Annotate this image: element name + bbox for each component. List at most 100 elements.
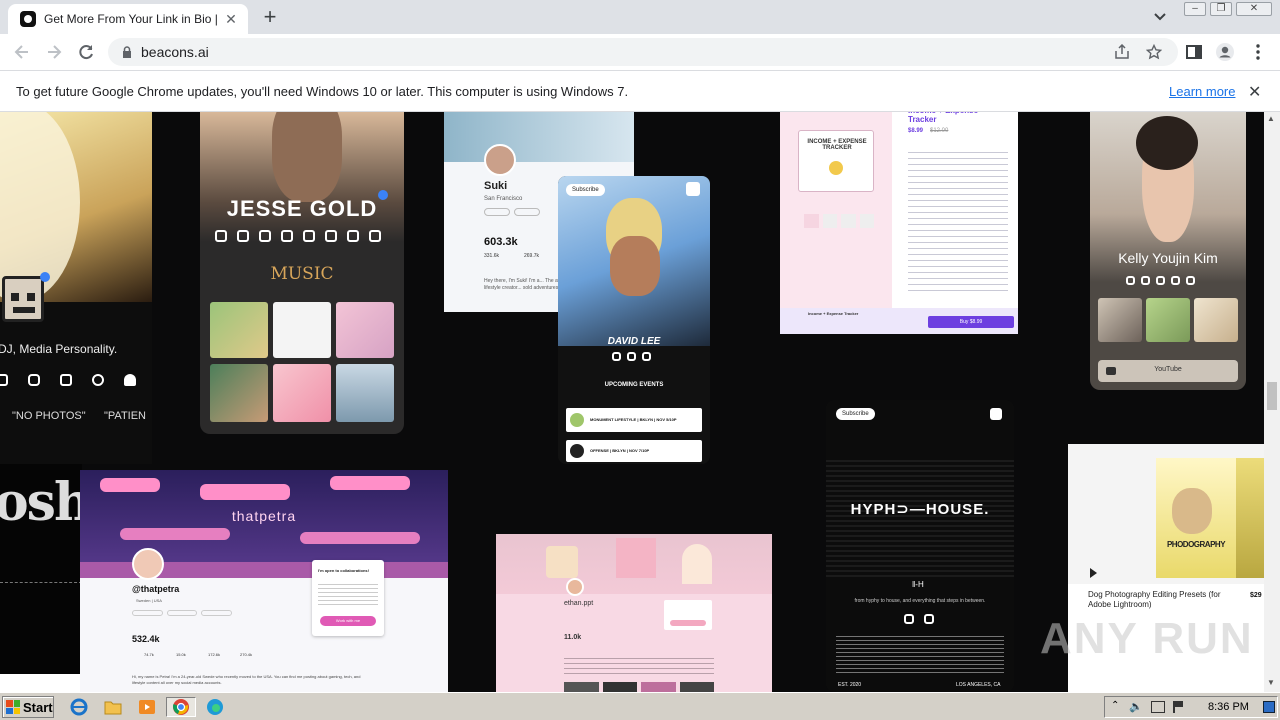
minimize-button[interactable]: ‒: [1184, 2, 1206, 16]
petra-location: Sweden | USA: [136, 598, 162, 603]
address-bar[interactable]: beacons.ai: [108, 38, 1178, 66]
gothic-brand-card[interactable]: osh: [0, 464, 82, 692]
creator-chip-2[interactable]: "PATIEN: [104, 410, 146, 422]
suki-avatar: [484, 144, 516, 176]
jesse-name: JESSE GOLD: [226, 196, 378, 221]
windows-taskbar: Start ⌃ 🔈 8:36 PM: [0, 692, 1280, 720]
scroll-up-icon[interactable]: ▲: [1267, 114, 1275, 123]
collab-popup[interactable]: I'm open to collaborations! Work with me: [312, 560, 384, 636]
petra-stat: 15.0k: [176, 652, 186, 657]
side-panel-icon[interactable]: [1184, 42, 1204, 62]
tracker-buy-button[interactable]: Buy $8.99: [928, 316, 1014, 328]
beacons-showcase: DJ, Media Personality. "NO PHOTOS" "PATI…: [0, 112, 1264, 692]
new-tab-button[interactable]: +: [258, 6, 282, 28]
verified-badge-icon: [378, 190, 388, 200]
music-thumb[interactable]: [273, 302, 331, 358]
tracker-price: $8.99: [908, 128, 924, 134]
network-icon[interactable]: [1151, 701, 1165, 713]
tab-close-icon[interactable]: ✕: [222, 11, 240, 28]
explorer-folder-icon[interactable]: [102, 697, 124, 717]
chrome-menu-icon[interactable]: [1248, 42, 1268, 62]
infobar-message: To get future Google Chrome updates, you…: [16, 84, 629, 99]
ethan-card[interactable]: ethan.ppt 11.0k: [496, 534, 772, 692]
event-item[interactable]: MONUMENT LIFESTYLE | BKLYN | NOV 5/10P: [566, 408, 702, 432]
david-name: DAVID LEE: [607, 336, 661, 347]
hyph-social-icons: [904, 614, 934, 624]
petra-bio: Hi, my name is Petra! I'm a 24-year-old …: [132, 674, 361, 685]
lock-icon[interactable]: [122, 46, 132, 58]
edge-icon[interactable]: [204, 697, 226, 717]
play-icon[interactable]: [1090, 568, 1097, 578]
show-desktop-icon[interactable]: [1263, 701, 1275, 713]
close-window-button[interactable]: ✕: [1236, 2, 1272, 16]
dog-book-cover: PHODOGRAPHY: [1156, 458, 1236, 578]
tracker-product-image: INCOME + EXPENSE TRACKER: [798, 130, 874, 192]
hyph-mark: ‖‑H: [912, 580, 924, 589]
jesse-gold-card[interactable]: JESSE GOLD MUSIC: [200, 112, 404, 434]
anyrun-watermark: ANY RUN: [1040, 614, 1254, 663]
tab-beacons[interactable]: Get More From Your Link in Bio | Bea ✕: [8, 4, 248, 34]
system-tray: ⌃ 🔈: [1104, 696, 1278, 718]
forward-icon[interactable]: [44, 42, 64, 62]
volume-icon[interactable]: 🔈: [1129, 700, 1143, 713]
petra-banner-text: thatpetra: [231, 508, 297, 524]
events-heading: UPCOMING EVENTS: [604, 382, 664, 388]
collab-button[interactable]: Work with me: [320, 616, 376, 626]
music-thumb[interactable]: [210, 364, 268, 422]
creator-social-icons: [0, 374, 136, 386]
url-text[interactable]: beacons.ai: [141, 44, 209, 60]
chrome-taskbar-icon[interactable]: [166, 697, 196, 717]
hyph-footer-right: LOS ANGELES, CA: [956, 682, 1001, 688]
event-item[interactable]: OFFENSE | BKLYN | NOV 7/10P: [566, 440, 702, 462]
music-thumb[interactable]: [336, 302, 394, 358]
tray-expand-icon[interactable]: ⌃: [1111, 700, 1119, 711]
thatpetra-card[interactable]: thatpetra @thatpetra Sweden | USA 532.4k…: [80, 470, 448, 692]
suki-name: Suki: [484, 180, 508, 192]
music-thumb[interactable]: [273, 364, 331, 422]
action-center-flag-icon[interactable]: [1173, 701, 1183, 713]
ethan-subscribe-box[interactable]: [664, 600, 712, 630]
kelly-youtube-link[interactable]: YouTube: [1098, 360, 1238, 382]
creator-card-left[interactable]: DJ, Media Personality. "NO PHOTOS" "PATI…: [0, 112, 152, 464]
kelly-card[interactable]: Kelly Youjin Kim YouTube: [1090, 112, 1246, 390]
tab-title: Get More From Your Link in Bio | Bea: [44, 12, 220, 26]
event-title: OFFENSE | BKLYN | NOV 7/10P: [590, 448, 650, 453]
taskbar-clock[interactable]: 8:36 PM: [1208, 701, 1249, 713]
tab-search-chevron-icon[interactable]: [1152, 9, 1168, 25]
infobar-close-icon[interactable]: ✕: [1248, 82, 1261, 102]
learn-more-link[interactable]: Learn more: [1169, 84, 1235, 99]
share-icon[interactable]: [990, 408, 1002, 420]
hyphy-house-card[interactable]: Subscribe HYPH⊃—HOUSE. ‖‑H from hyphy to…: [826, 400, 1014, 692]
reload-icon[interactable]: [76, 42, 96, 62]
scroll-thumb[interactable]: [1267, 382, 1277, 410]
share-icon[interactable]: [1114, 44, 1130, 60]
youtube-icon: [1106, 367, 1116, 375]
tracker-image-label: INCOME + EXPENSE TRACKER: [807, 139, 867, 151]
kelly-name: Kelly Youjin Kim: [1118, 250, 1218, 266]
kelly-thumb[interactable]: [1098, 298, 1142, 342]
pixel-avatar: [2, 276, 44, 322]
share-icon[interactable]: [686, 182, 700, 196]
gothic-brand-text: osh: [0, 472, 82, 533]
suki-stat-1: 331.6k: [484, 253, 500, 259]
tracker-card[interactable]: INCOME + EXPENSE TRACKER Income + Expens…: [780, 112, 1018, 334]
kelly-thumb[interactable]: [1194, 298, 1238, 342]
restore-button[interactable]: ❐: [1210, 2, 1232, 16]
tracker-thumbnails[interactable]: [804, 214, 874, 228]
creator-chip-1[interactable]: "NO PHOTOS": [12, 410, 86, 422]
hyph-subscribe-button[interactable]: Subscribe: [836, 408, 875, 420]
back-icon[interactable]: [12, 42, 32, 62]
music-thumb[interactable]: [336, 364, 394, 422]
page-scrollbar[interactable]: ▲ ▼: [1264, 112, 1280, 692]
ie-icon[interactable]: [68, 697, 90, 717]
bookmark-star-icon[interactable]: [1146, 44, 1162, 60]
tab-strip: Get More From Your Link in Bio | Bea ✕ +…: [0, 0, 1280, 34]
david-subscribe-button[interactable]: Subscribe: [566, 184, 605, 196]
media-player-icon[interactable]: [136, 697, 158, 717]
scroll-down-icon[interactable]: ▼: [1267, 678, 1275, 687]
start-button[interactable]: Start: [2, 696, 54, 718]
petra-stat: 270.4k: [240, 652, 253, 657]
music-thumb[interactable]: [210, 302, 268, 358]
profile-avatar-icon[interactable]: [1215, 42, 1235, 62]
kelly-thumb[interactable]: [1146, 298, 1190, 342]
